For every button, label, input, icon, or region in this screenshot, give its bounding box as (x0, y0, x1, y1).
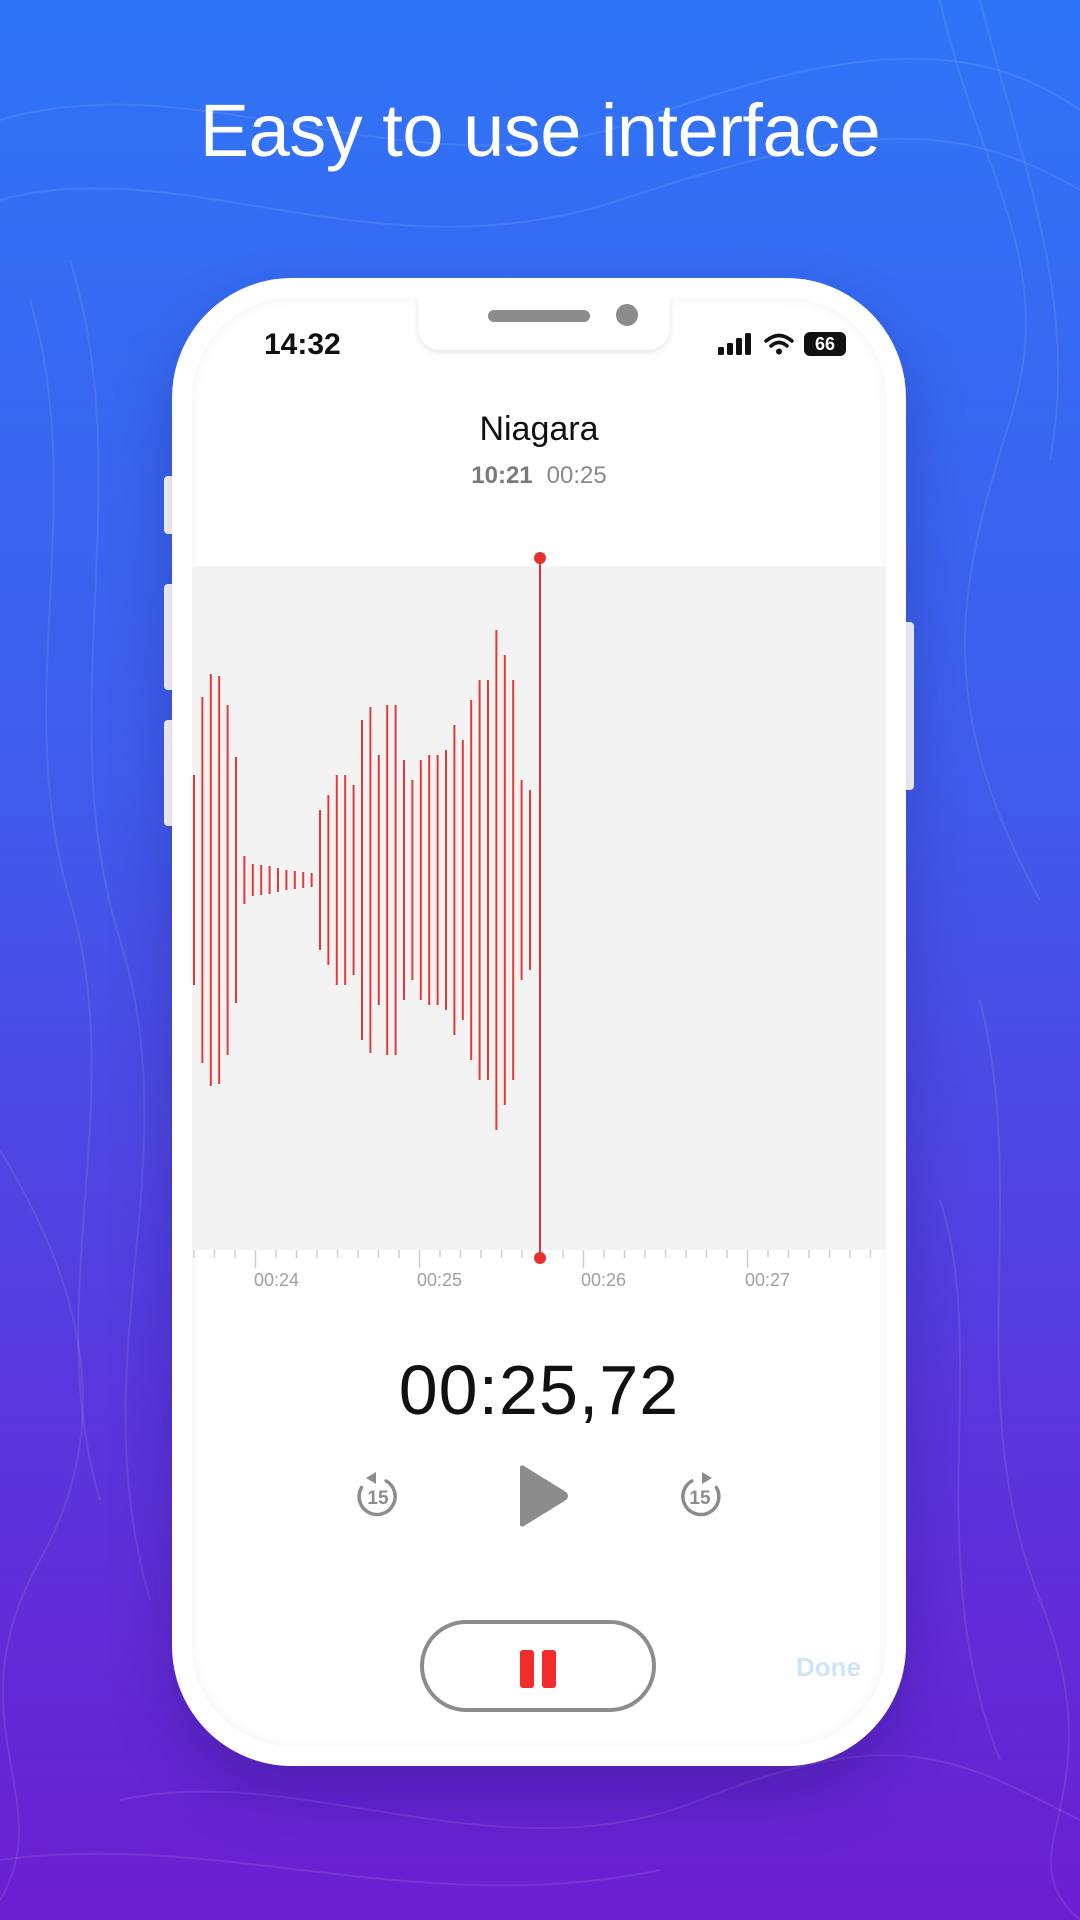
waveform[interactable] (192, 544, 886, 1274)
recording-duration: 00:25 (546, 462, 607, 489)
playhead-top-handle[interactable] (534, 552, 546, 564)
play-button[interactable] (512, 1464, 572, 1528)
wifi-icon (764, 333, 794, 355)
done-button[interactable]: Done (796, 1652, 861, 1683)
playhead-bottom-handle[interactable] (534, 1252, 546, 1264)
pause-icon-left-bar (520, 1650, 534, 1688)
timeline-label: 00:26 (581, 1270, 627, 1290)
phone-frame: 14:32 66 Niagara 10:21 00:25 00:24 00:25… (172, 278, 906, 1766)
front-camera (616, 304, 638, 326)
notch (418, 298, 670, 350)
signal-icon (718, 333, 751, 355)
status-time: 14:32 (264, 328, 341, 361)
recording-title[interactable]: Niagara (192, 410, 886, 449)
elapsed-time: 00:25,72 (398, 1351, 680, 1429)
skip-back-seconds: 15 (367, 1488, 389, 1509)
timeline-label: 00:27 (745, 1270, 791, 1290)
pause-icon-right-bar (542, 1650, 556, 1688)
phone-screen: 14:32 66 Niagara 10:21 00:25 00:24 00:25… (192, 298, 886, 1746)
speaker-grille (488, 310, 590, 322)
recording-meta: 10:21 00:25 (192, 462, 886, 490)
skip-back-15-button[interactable]: 15 (354, 1470, 402, 1520)
pause-recording-button[interactable] (420, 1620, 656, 1712)
headline: Easy to use interface (199, 89, 881, 172)
battery-icon: 66 (804, 332, 846, 356)
skip-forward-seconds: 15 (689, 1488, 711, 1509)
skip-forward-15-button[interactable]: 15 (676, 1470, 724, 1520)
recording-time-of-day: 10:21 (471, 462, 533, 489)
timeline-label: 00:25 (417, 1270, 463, 1290)
timeline-label: 00:24 (254, 1270, 300, 1290)
status-icons: 66 (718, 332, 846, 356)
